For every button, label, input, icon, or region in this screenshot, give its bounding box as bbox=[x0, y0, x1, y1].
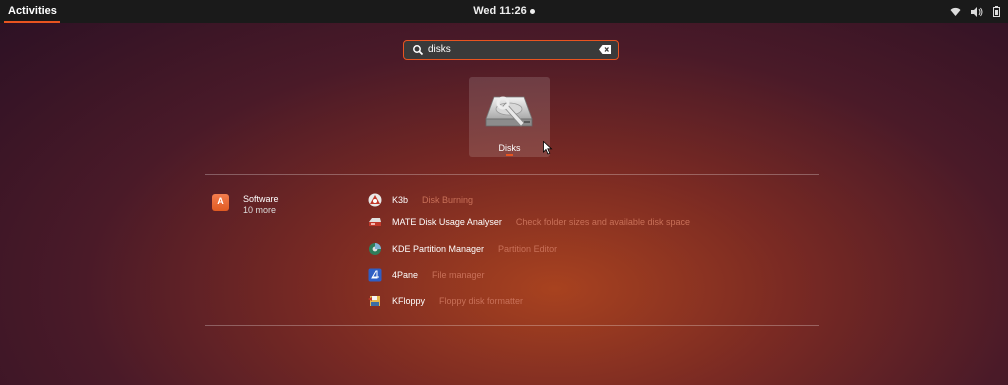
result-name: KFloppy bbox=[392, 296, 426, 306]
search-icon bbox=[413, 45, 424, 56]
provider-name: Software bbox=[243, 194, 279, 204]
4pane-icon bbox=[368, 268, 382, 282]
clear-icon[interactable] bbox=[599, 45, 611, 54]
clock-text: Wed 11:26 bbox=[473, 5, 527, 17]
search-box[interactable] bbox=[403, 40, 619, 60]
result-name: K3b bbox=[392, 195, 409, 205]
search-input[interactable] bbox=[428, 41, 588, 58]
result-name: MATE Disk Usage Analyser bbox=[392, 217, 502, 227]
volume-icon bbox=[971, 6, 983, 17]
kfloppy-icon bbox=[368, 296, 380, 306]
result-description: File manager bbox=[432, 270, 485, 280]
result-description: Floppy disk formatter bbox=[439, 296, 524, 306]
result-description: Check folder sizes and available disk sp… bbox=[515, 217, 690, 227]
divider-top bbox=[205, 174, 819, 175]
result-item[interactable]: MATE Disk Usage Analyser Check folder si… bbox=[368, 215, 690, 229]
software-center-icon: A bbox=[212, 194, 229, 211]
clock[interactable]: Wed 11:26 bbox=[0, 0, 1008, 23]
result-item[interactable]: KDE Partition Manager Partition Editor bbox=[368, 242, 557, 256]
app-label: Disks bbox=[498, 143, 521, 153]
app-tile-disks[interactable]: Disks bbox=[469, 77, 550, 157]
result-name: 4Pane bbox=[392, 270, 419, 280]
software-center-icon-letter: A bbox=[217, 196, 224, 206]
k3b-icon bbox=[368, 193, 382, 207]
result-item[interactable]: KFloppy Floppy disk formatter bbox=[368, 294, 523, 308]
wifi-icon bbox=[950, 7, 961, 16]
disks-icon bbox=[485, 96, 533, 127]
result-name: KDE Partition Manager bbox=[392, 244, 485, 254]
top-bar: Activities Wed 11:26 bbox=[0, 0, 1008, 23]
result-item[interactable]: K3b Disk Burning bbox=[368, 193, 473, 207]
provider-more: 10 more bbox=[243, 205, 277, 215]
partition-manager-icon bbox=[369, 243, 381, 255]
battery-icon bbox=[993, 6, 1000, 17]
disk-usage-icon bbox=[369, 218, 381, 226]
divider-bottom bbox=[205, 325, 819, 326]
system-tray[interactable] bbox=[950, 0, 1000, 23]
mouse-cursor-icon bbox=[543, 141, 553, 155]
result-item[interactable]: 4Pane File manager bbox=[368, 268, 485, 282]
result-description: Partition Editor bbox=[498, 244, 558, 254]
notification-dot bbox=[529, 8, 535, 14]
running-indicator bbox=[506, 154, 513, 156]
result-description: Disk Burning bbox=[422, 195, 474, 205]
